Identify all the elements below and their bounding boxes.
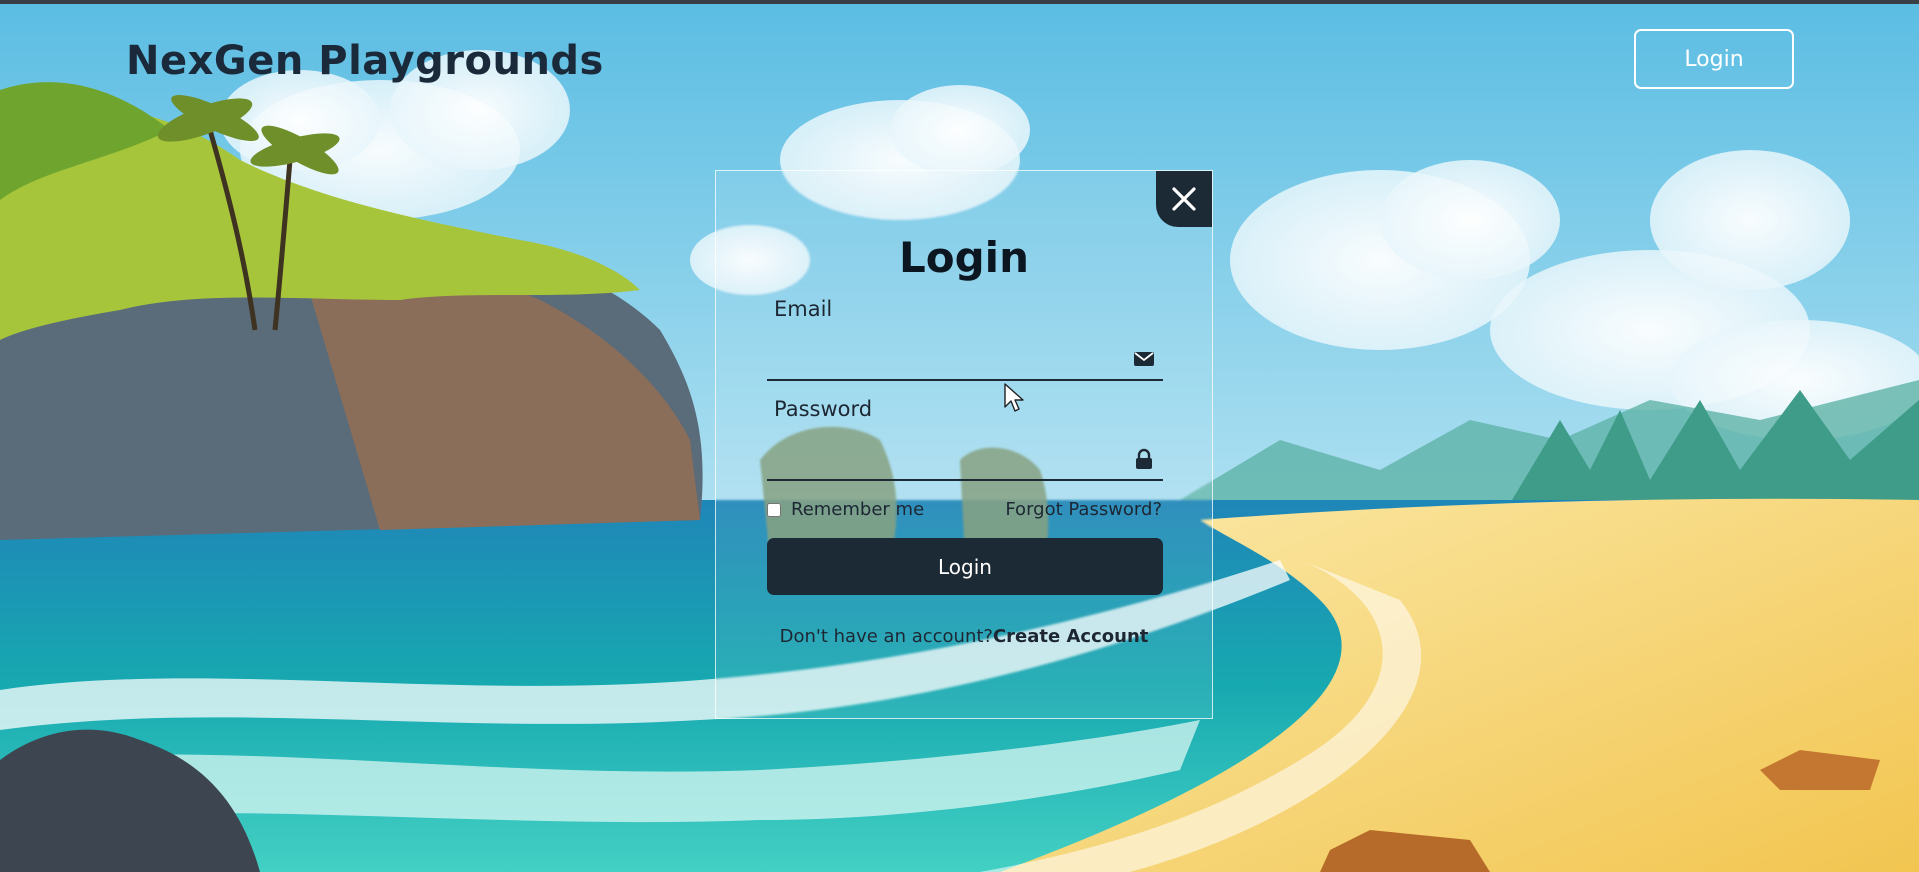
email-label: Email bbox=[774, 297, 833, 321]
header-login-button[interactable]: Login bbox=[1634, 29, 1794, 89]
remember-me-checkbox[interactable] bbox=[767, 502, 781, 517]
close-button[interactable] bbox=[1156, 171, 1212, 227]
password-label: Password bbox=[774, 397, 873, 421]
mouse-cursor-icon bbox=[1004, 383, 1024, 412]
email-field[interactable] bbox=[767, 335, 1119, 379]
password-field[interactable] bbox=[767, 435, 1119, 479]
remember-me[interactable]: Remember me bbox=[767, 499, 924, 520]
modal-title: Login bbox=[899, 233, 1029, 282]
envelope-icon bbox=[1134, 352, 1154, 366]
signup-row: Don't have an account?Create Account bbox=[716, 626, 1212, 647]
site-brand-title: NexGen Playgrounds bbox=[126, 38, 604, 84]
login-modal: Login Email Password Remember me Forgot … bbox=[715, 170, 1213, 719]
close-icon bbox=[1172, 187, 1196, 211]
lock-icon bbox=[1136, 448, 1152, 469]
signup-prompt: Don't have an account? bbox=[779, 626, 993, 647]
forgot-password-link[interactable]: Forgot Password? bbox=[1005, 499, 1162, 520]
email-field-wrapper bbox=[767, 335, 1163, 381]
login-submit-button[interactable]: Login bbox=[767, 538, 1163, 595]
password-field-wrapper bbox=[767, 435, 1163, 481]
create-account-link[interactable]: Create Account bbox=[993, 626, 1148, 647]
browser-top-edge bbox=[0, 0, 1919, 4]
remember-me-label: Remember me bbox=[791, 499, 925, 520]
